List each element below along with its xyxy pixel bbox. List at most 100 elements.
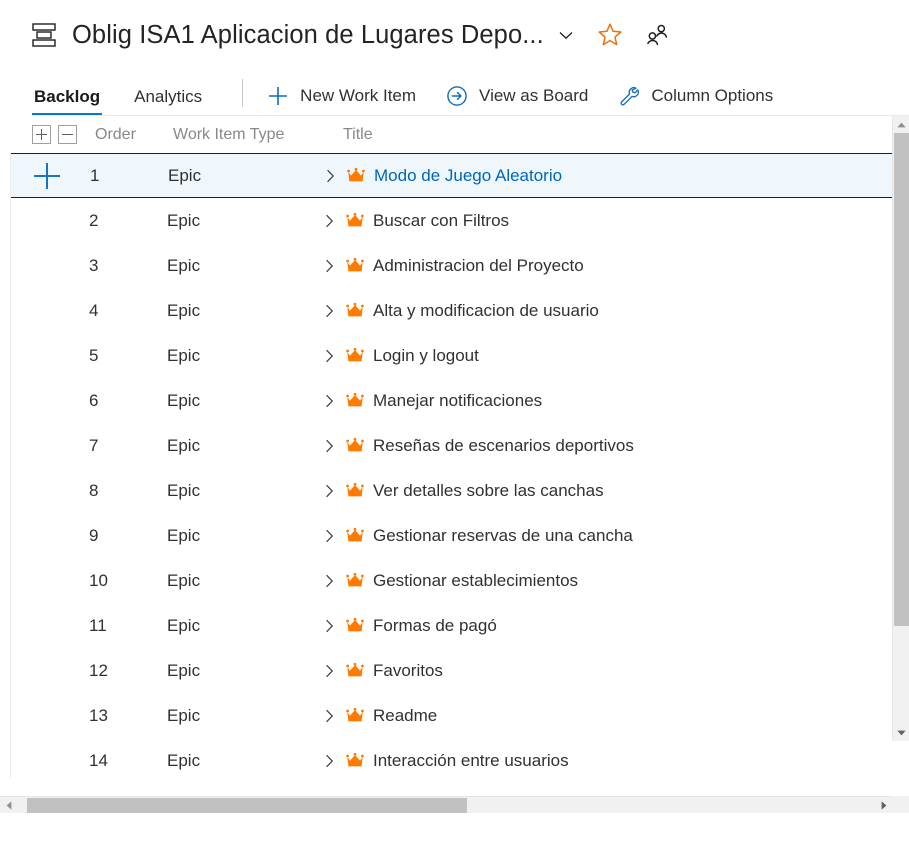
- table-row[interactable]: 10 Epic Gestionar establecimientos: [11, 558, 909, 603]
- new-work-item-button[interactable]: New Work Item: [267, 85, 416, 116]
- work-item-title-link[interactable]: Modo de Juego Aleatorio: [374, 166, 562, 186]
- crown-icon: [346, 302, 364, 316]
- table-row[interactable]: 4 Epic Alta y modificacion de usuario: [11, 288, 909, 333]
- plus-icon[interactable]: [34, 162, 60, 189]
- column-header-work-item-type[interactable]: Work Item Type: [173, 126, 343, 144]
- page-title: Oblig ISA1 Aplicacion de Lugares Depo...: [72, 20, 544, 49]
- column-header-order[interactable]: Order: [95, 126, 173, 144]
- chevron-right-icon[interactable]: [326, 169, 335, 183]
- table-row[interactable]: 1 Epic Modo de Juego Aleatorio: [11, 153, 909, 198]
- chevron-right-icon[interactable]: [325, 394, 334, 408]
- cell-title: Alta y modificacion de usuario: [325, 301, 909, 321]
- cell-title: Gestionar reservas de una cancha: [325, 526, 909, 546]
- arrow-circle-right-icon: [447, 86, 467, 106]
- tab-backlog[interactable]: Backlog: [32, 87, 103, 116]
- chevron-right-icon[interactable]: [325, 709, 334, 723]
- chevron-right-icon[interactable]: [325, 439, 334, 453]
- work-item-title-link[interactable]: Interacción entre usuarios: [373, 751, 569, 771]
- cell-title: Buscar con Filtros: [325, 211, 909, 231]
- crown-icon: [346, 347, 364, 361]
- cell-order: 13: [89, 705, 108, 725]
- cell-order: 2: [89, 210, 99, 230]
- work-item-title-link[interactable]: Readme: [373, 706, 437, 726]
- table-row[interactable]: 9 Epic Gestionar reservas de una cancha: [11, 513, 909, 558]
- chevron-right-icon[interactable]: [325, 214, 334, 228]
- collapse-all-icon[interactable]: [58, 125, 77, 144]
- cell-title: Formas de pagó: [325, 616, 909, 636]
- work-item-title-link[interactable]: Manejar notificaciones: [373, 391, 542, 411]
- work-item-title-link[interactable]: Gestionar reservas de una cancha: [373, 526, 633, 546]
- chevron-right-icon[interactable]: [325, 529, 334, 543]
- table-row[interactable]: 2 Epic Buscar con Filtros: [11, 198, 909, 243]
- chevron-right-icon[interactable]: [325, 664, 334, 678]
- crown-icon: [346, 617, 364, 631]
- toolbar: Backlog Analytics New Work Item View as …: [0, 70, 909, 116]
- scroll-up-arrow-icon[interactable]: [893, 116, 909, 133]
- scroll-down-arrow-icon[interactable]: [893, 724, 909, 741]
- table-row[interactable]: 3 Epic Administracion del Proyecto: [11, 243, 909, 288]
- table-row[interactable]: 7 Epic Reseñas de escenarios deportivos: [11, 423, 909, 468]
- cell-title: Ver detalles sobre las canchas: [325, 481, 909, 501]
- chevron-right-icon[interactable]: [325, 754, 334, 768]
- cell-order: 4: [89, 300, 99, 320]
- column-options-button[interactable]: Column Options: [618, 85, 773, 116]
- chevron-right-icon[interactable]: [325, 484, 334, 498]
- team-members-icon[interactable]: [645, 23, 669, 47]
- cell-order: 1: [90, 165, 100, 185]
- crown-icon: [347, 167, 365, 181]
- work-item-title-link[interactable]: Ver detalles sobre las canchas: [373, 481, 604, 501]
- work-item-title-link[interactable]: Favoritos: [373, 661, 443, 681]
- work-item-title-link[interactable]: Alta y modificacion de usuario: [373, 301, 599, 321]
- wrench-icon: [620, 87, 640, 106]
- table-row[interactable]: 8 Epic Ver detalles sobre las canchas: [11, 468, 909, 513]
- cell-title: Interacción entre usuarios: [325, 751, 909, 771]
- scroll-right-arrow-icon[interactable]: [875, 797, 892, 814]
- cell-order: 8: [89, 480, 99, 500]
- cell-title: Modo de Juego Aleatorio: [326, 166, 909, 186]
- crown-icon: [346, 527, 364, 541]
- horizontal-scrollbar[interactable]: [0, 796, 892, 813]
- cell-work-item-type: Epic: [167, 390, 201, 410]
- scroll-left-arrow-icon[interactable]: [0, 797, 17, 814]
- work-item-title-link[interactable]: Administracion del Proyecto: [373, 256, 584, 276]
- chevron-right-icon[interactable]: [325, 349, 334, 363]
- row-add-child-cell: [34, 162, 90, 189]
- tab-analytics[interactable]: Analytics: [132, 87, 204, 116]
- horizontal-scrollbar-thumb[interactable]: [27, 798, 467, 813]
- cell-work-item-type: Epic: [167, 210, 201, 230]
- star-outline-icon[interactable]: [597, 22, 623, 48]
- vertical-scrollbar-thumb[interactable]: [894, 133, 909, 626]
- table-row[interactable]: 5 Epic Login y logout: [11, 333, 909, 378]
- chevron-right-icon[interactable]: [325, 574, 334, 588]
- work-item-title-link[interactable]: Login y logout: [373, 346, 479, 366]
- expand-all-icon[interactable]: [32, 125, 51, 144]
- table-row[interactable]: 12 Epic Favoritos: [11, 648, 909, 693]
- cell-work-item-type: Epic: [167, 480, 201, 500]
- cell-work-item-type: Epic: [167, 660, 201, 680]
- table-row[interactable]: 13 Epic Readme: [11, 693, 909, 738]
- work-item-title-link[interactable]: Formas de pagó: [373, 616, 497, 636]
- cell-work-item-type: Epic: [167, 435, 201, 455]
- work-item-title-link[interactable]: Gestionar establecimientos: [373, 571, 578, 591]
- crown-icon: [346, 437, 364, 451]
- view-as-board-button[interactable]: View as Board: [446, 85, 588, 116]
- table-row[interactable]: 11 Epic Formas de pagó: [11, 603, 909, 648]
- work-item-title-link[interactable]: Reseñas de escenarios deportivos: [373, 436, 634, 456]
- cell-title: Administracion del Proyecto: [325, 256, 909, 276]
- cell-order: 6: [89, 390, 99, 410]
- chevron-down-icon[interactable]: [557, 26, 575, 44]
- vertical-scrollbar[interactable]: [892, 116, 909, 741]
- column-header-title[interactable]: Title: [343, 126, 543, 144]
- azure-devops-backlog-page: Oblig ISA1 Aplicacion de Lugares Depo...…: [0, 0, 909, 843]
- chevron-right-icon[interactable]: [325, 619, 334, 633]
- table-row[interactable]: 14 Epic Interacción entre usuarios: [11, 738, 909, 778]
- plus-icon: [269, 87, 288, 105]
- page-header: Oblig ISA1 Aplicacion de Lugares Depo...: [0, 0, 909, 70]
- table-row[interactable]: 6 Epic Manejar notificaciones: [11, 378, 909, 423]
- cell-order: 9: [89, 525, 99, 545]
- chevron-right-icon[interactable]: [325, 259, 334, 273]
- chevron-right-icon[interactable]: [325, 304, 334, 318]
- work-item-title-link[interactable]: Buscar con Filtros: [373, 211, 509, 231]
- cell-work-item-type: Epic: [167, 705, 201, 725]
- cell-order: 14: [89, 750, 108, 770]
